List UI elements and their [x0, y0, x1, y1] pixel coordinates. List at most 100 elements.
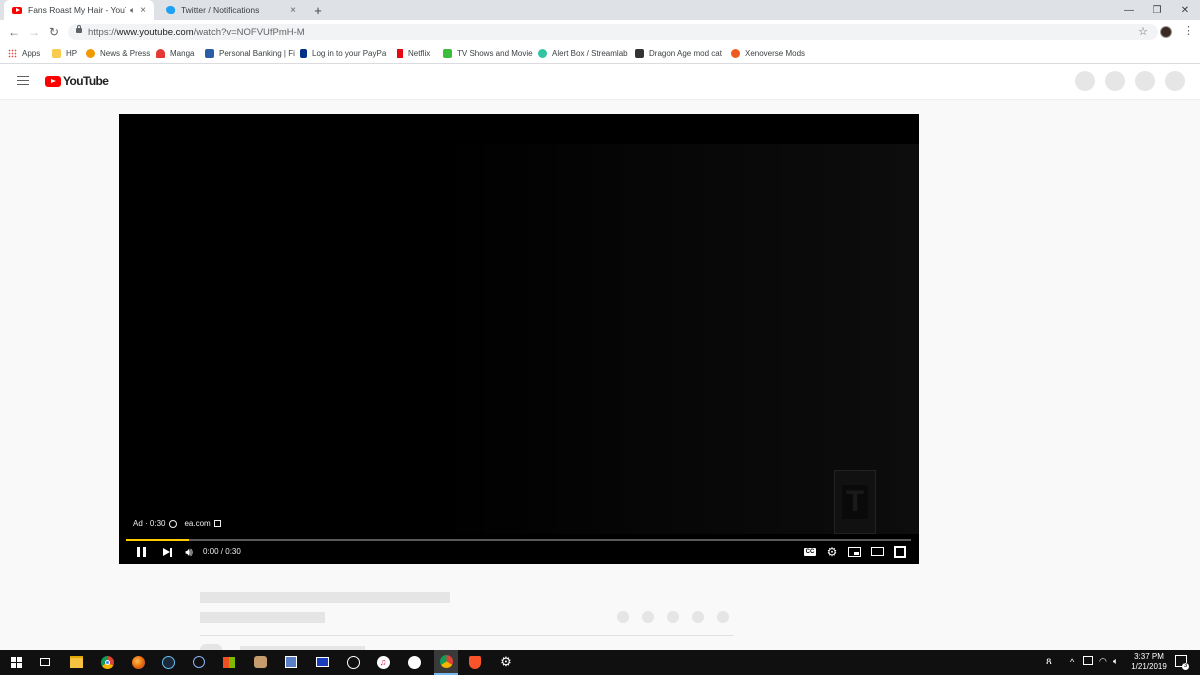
- fullscreen-icon[interactable]: [894, 546, 906, 558]
- url-path: /watch?v=NOFVUfPmH-M: [193, 26, 305, 38]
- bookmark-label: Xenoverse Mods: [745, 49, 806, 58]
- youtube-logo[interactable]: YouTube: [45, 74, 109, 88]
- chevron-up-icon[interactable]: ^: [1070, 657, 1074, 667]
- file-explorer-icon[interactable]: [68, 654, 84, 670]
- youtube-logo-text: YouTube: [63, 74, 109, 88]
- media-player-icon[interactable]: [191, 654, 207, 670]
- clock-date: 1/21/2019: [1131, 662, 1167, 671]
- new-tab-button[interactable]: +: [308, 0, 328, 20]
- action-center-icon[interactable]: 3: [1175, 655, 1189, 670]
- bookmark-apps[interactable]: Apps: [8, 47, 40, 60]
- bookmark-label: Personal Banking | Fi: [219, 49, 295, 58]
- header-placeholder-circle: [1075, 71, 1095, 91]
- reload-button[interactable]: ↻: [46, 24, 62, 40]
- restore-button[interactable]: ❐: [1142, 0, 1172, 20]
- clock[interactable]: 3:37 PM 1/21/2019: [1131, 652, 1167, 672]
- bookmark-paypal[interactable]: Log in to your PayPa: [300, 47, 386, 60]
- steam-icon[interactable]: [406, 654, 422, 670]
- bookmark-dragon-age[interactable]: Dragon Age mod cat: [635, 47, 722, 60]
- tab-strip: Fans Roast My Hair - YouTub 🔈︎ × Twitter…: [0, 0, 1200, 20]
- action-placeholder: [692, 611, 704, 623]
- bookmark-label: Apps: [22, 49, 41, 58]
- url-text[interactable]: https://www.youtube.com/watch?v=NOFVUfPm…: [88, 27, 305, 38]
- pause-icon[interactable]: [135, 546, 147, 558]
- cc-label: CC: [805, 549, 815, 555]
- info-icon[interactable]: [169, 519, 178, 528]
- store-icon[interactable]: [221, 654, 237, 670]
- people-icon[interactable]: ጸ: [1046, 656, 1052, 667]
- rating-letter: T: [841, 485, 869, 519]
- volume-tray-icon[interactable]: 🔈︎: [1113, 656, 1118, 667]
- clock-time: 3:37 PM: [1134, 652, 1164, 661]
- wifi-icon[interactable]: ◠: [1099, 656, 1107, 667]
- speaker-icon[interactable]: 🔈︎: [130, 5, 135, 16]
- obs-icon[interactable]: [345, 654, 361, 670]
- menu-kebab-icon[interactable]: ⋮: [1183, 24, 1194, 37]
- lock-shackle: [77, 25, 81, 29]
- tab-twitter[interactable]: Twitter / Notifications ×: [158, 0, 304, 20]
- tab-close-button[interactable]: ×: [290, 5, 296, 16]
- next-icon[interactable]: [161, 546, 173, 558]
- tab-close-button[interactable]: ×: [140, 5, 146, 16]
- cc-button[interactable]: CC: [804, 548, 816, 556]
- video-player[interactable]: T Ad · 0:30 ea.com 🔊︎ 0:00 / 0:30 CC ⚙︎: [119, 114, 919, 564]
- itunes-icon[interactable]: ♫: [375, 654, 391, 670]
- bookmark-xenoverse[interactable]: Xenoverse Mods: [731, 47, 805, 60]
- bookmark-label: Manga: [170, 49, 195, 58]
- volume-icon[interactable]: 🔊︎: [181, 545, 197, 559]
- bookmark-label: Log in to your PayPa: [312, 49, 387, 58]
- title-placeholder: [200, 592, 450, 603]
- firefox-icon[interactable]: [130, 654, 146, 670]
- bookmark-star-icon[interactable]: ☆: [1138, 25, 1148, 38]
- task-view-icon[interactable]: [37, 654, 53, 670]
- tab-title: Twitter / Notifications: [180, 5, 260, 15]
- address-bar[interactable]: https://www.youtube.com/watch?v=NOFVUfPm…: [68, 24, 1158, 40]
- photo-editor-icon[interactable]: [283, 654, 299, 670]
- monitor-icon[interactable]: [314, 654, 330, 670]
- steam-icon[interactable]: [160, 654, 176, 670]
- action-placeholder: [642, 611, 654, 623]
- bookmark-manga[interactable]: Manga: [156, 47, 194, 60]
- profile-avatar[interactable]: [1160, 26, 1172, 38]
- forward-button[interactable]: →: [26, 24, 42, 40]
- progress-track[interactable]: [126, 539, 911, 541]
- paint-icon[interactable]: [252, 654, 268, 670]
- windows-start-icon[interactable]: [8, 654, 24, 670]
- divider: [200, 635, 734, 636]
- bookmark-label: News & Press: [100, 49, 151, 58]
- time-display: 0:00 / 0:30: [203, 547, 241, 556]
- bookmarks-bar: Apps HP News & Press Manga Personal Bank…: [0, 44, 1200, 64]
- bookmark-news[interactable]: News & Press: [86, 47, 150, 60]
- miniplayer-icon[interactable]: [848, 547, 861, 557]
- header-placeholder-circle: [1165, 71, 1185, 91]
- bookmark-label: HP: [66, 49, 78, 58]
- minimize-button[interactable]: —: [1114, 0, 1144, 20]
- tab-youtube[interactable]: Fans Roast My Hair - YouTub 🔈︎ ×: [4, 0, 154, 20]
- back-button[interactable]: ←: [6, 24, 22, 40]
- theater-icon[interactable]: [871, 547, 884, 556]
- battery-icon[interactable]: [1083, 656, 1093, 665]
- bookmark-banking[interactable]: Personal Banking | Fi: [205, 47, 295, 60]
- streamlabs-icon: [538, 49, 547, 58]
- youtube-play-icon: [45, 75, 61, 87]
- settings-gear-icon[interactable]: ⚙︎: [498, 654, 514, 670]
- bookmark-hp[interactable]: HP: [52, 47, 77, 60]
- subtitle-placeholder: [200, 612, 325, 623]
- action-placeholder: [667, 611, 679, 623]
- brave-icon[interactable]: [467, 654, 483, 670]
- gear-icon[interactable]: ⚙︎: [826, 545, 838, 559]
- chrome-active-icon[interactable]: [434, 650, 458, 675]
- close-window-button[interactable]: ✕: [1170, 0, 1200, 20]
- netflix-icon: [397, 49, 403, 58]
- bank-icon: [205, 49, 214, 58]
- progress-fill: [126, 539, 189, 541]
- ad-link[interactable]: ea.com: [184, 519, 210, 528]
- bookmark-streamlabs[interactable]: Alert Box / Streamlab: [538, 47, 628, 60]
- manga-icon: [156, 49, 165, 58]
- bookmark-hulu[interactable]: TV Shows and Movie: [443, 47, 533, 60]
- action-placeholder: [617, 611, 629, 623]
- bookmark-netflix[interactable]: Netflix: [397, 47, 430, 60]
- chrome-icon[interactable]: [99, 654, 115, 670]
- external-link-icon[interactable]: [213, 520, 221, 527]
- hamburger-icon[interactable]: [17, 76, 29, 85]
